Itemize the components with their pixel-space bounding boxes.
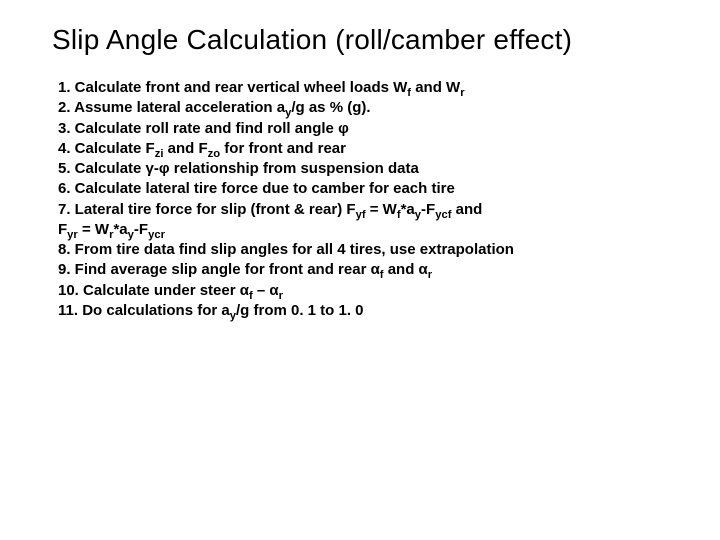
step-11: 11. Do calculations for ay/g from 0. 1 t… [58,301,680,321]
step-7-cont: Fyr = Wr*ay-Fycr [58,220,680,240]
slide: Slip Angle Calculation (roll/camber effe… [0,0,720,540]
step-5: 5. Calculate γ-φ relationship from suspe… [58,159,680,179]
step-4: 4. Calculate Fzi and Fzo for front and r… [58,139,680,159]
step-8: 8. From tire data find slip angles for a… [58,240,680,260]
step-1: 1. Calculate front and rear vertical whe… [58,78,680,98]
step-6: 6. Calculate lateral tire force due to c… [58,179,680,199]
steps-block: 1. Calculate front and rear vertical whe… [58,78,680,321]
step-9: 9. Find average slip angle for front and… [58,260,680,280]
slide-title: Slip Angle Calculation (roll/camber effe… [52,24,680,56]
step-7: 7. Lateral tire force for slip (front & … [58,200,680,220]
step-3: 3. Calculate roll rate and find roll ang… [58,119,680,139]
step-10: 10. Calculate under steer αf – αr [58,281,680,301]
step-2: 2. Assume lateral acceleration ay/g as %… [58,98,680,118]
